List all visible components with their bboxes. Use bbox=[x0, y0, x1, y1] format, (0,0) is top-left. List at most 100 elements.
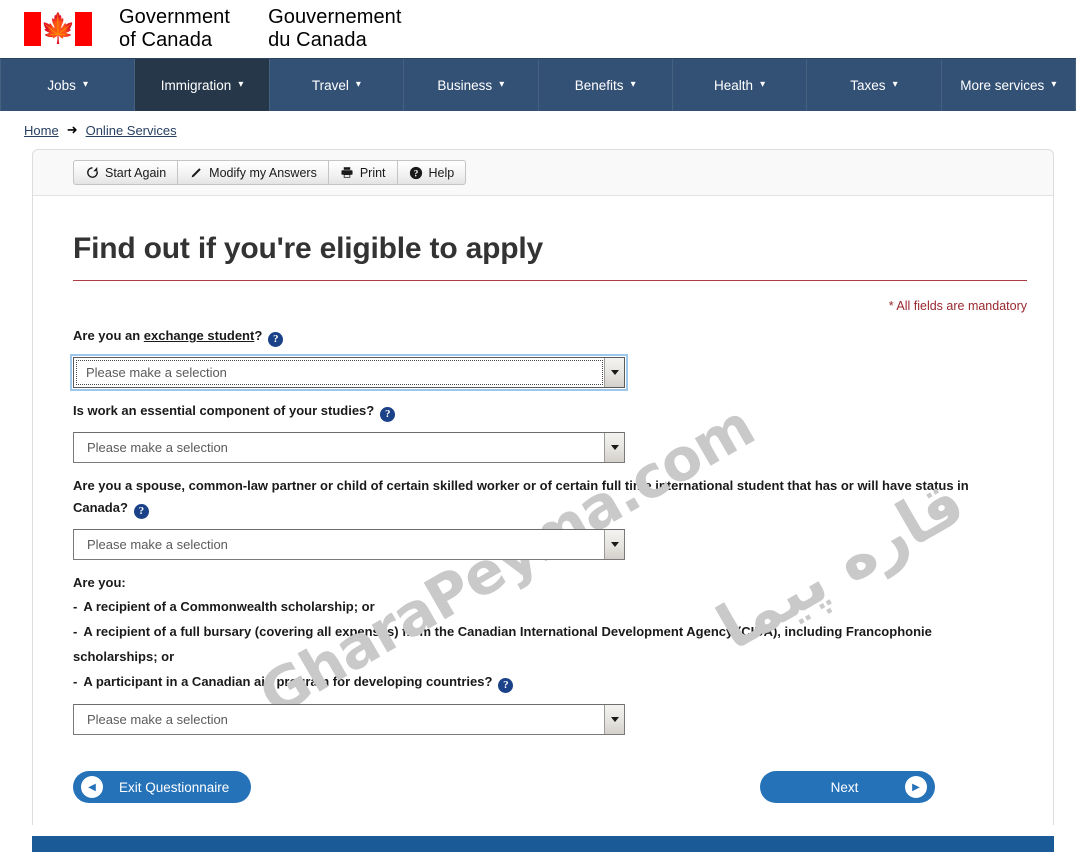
arrow-left-icon: ◀ bbox=[81, 776, 103, 798]
next-button[interactable]: Next ▶ bbox=[760, 771, 935, 803]
nav-item-benefits[interactable]: Benefits ▾ bbox=[539, 59, 673, 111]
list-bullet: - bbox=[73, 599, 78, 614]
help-tooltip-icon[interactable]: ? bbox=[268, 332, 284, 347]
question-text-after: ? bbox=[254, 328, 263, 343]
question-text: Is work an essential component of your s… bbox=[73, 403, 375, 418]
wordmark-english: Government of Canada bbox=[119, 6, 231, 51]
breadcrumb-link-home[interactable]: Home bbox=[24, 123, 59, 138]
list-item: -A recipient of a full bursary (covering… bbox=[73, 619, 993, 669]
list-item-text: A recipient of a full bursary (covering … bbox=[73, 624, 932, 664]
question-label: Are you an exchange student?? bbox=[73, 325, 993, 347]
print-button[interactable]: Print bbox=[328, 160, 398, 185]
action-toolbar: Start Again Modify my Answers Print ? He… bbox=[33, 150, 1053, 196]
work-essential-select[interactable]: Please make a selection bbox=[73, 432, 625, 463]
list-item: -A recipient of a Commonwealth scholarsh… bbox=[73, 594, 993, 619]
question-label: Is work an essential component of your s… bbox=[73, 400, 993, 422]
button-label: Next bbox=[830, 779, 859, 795]
chevron-down-icon: ▾ bbox=[355, 79, 361, 90]
list-item: -A participant in a Canadian aid program… bbox=[73, 669, 993, 694]
exchange-student-link[interactable]: exchange student bbox=[144, 328, 255, 343]
chevron-down-icon[interactable] bbox=[604, 705, 624, 734]
question-text-before: Are you an bbox=[73, 328, 144, 343]
exit-questionnaire-button[interactable]: ◀ Exit Questionnaire bbox=[73, 771, 252, 803]
nav-item-jobs[interactable]: Jobs ▾ bbox=[0, 59, 136, 111]
nav-item-label: Taxes bbox=[850, 77, 886, 93]
refresh-icon bbox=[85, 166, 99, 180]
question-spouse-partner-child: Are you a spouse, common-law partner or … bbox=[73, 475, 1027, 560]
toolbar-button-label: Help bbox=[428, 165, 455, 180]
question-scholarship-recipient: Are you: -A recipient of a Commonwealth … bbox=[73, 572, 1027, 735]
chevron-down-icon[interactable] bbox=[604, 530, 624, 559]
form-actions: ◀ Exit Questionnaire Next ▶ bbox=[73, 771, 935, 803]
breadcrumb-link-online-services[interactable]: Online Services bbox=[86, 123, 177, 138]
toolbar-button-label: Modify my Answers bbox=[209, 165, 317, 180]
select-value: Please make a selection bbox=[76, 360, 603, 385]
button-label: Exit Questionnaire bbox=[119, 779, 230, 795]
help-button[interactable]: ? Help bbox=[397, 160, 467, 185]
select-value: Please make a selection bbox=[87, 440, 228, 455]
nav-item-label: More services bbox=[960, 77, 1045, 93]
chevron-down-icon: ▾ bbox=[892, 79, 898, 90]
chevron-down-icon: ▾ bbox=[238, 79, 244, 90]
help-tooltip-icon[interactable]: ? bbox=[498, 678, 514, 693]
nav-item-taxes[interactable]: Taxes ▾ bbox=[807, 59, 942, 111]
arrow-right-icon: ➜ bbox=[66, 122, 78, 137]
chevron-down-icon: ▾ bbox=[82, 79, 88, 90]
select-value: Please make a selection bbox=[87, 712, 228, 727]
nav-item-immigration[interactable]: Immigration ▾ bbox=[135, 59, 270, 111]
brand-bar: 🍁 Government of Canada Gouvernement du C… bbox=[0, 0, 1076, 58]
question-text: Are you a spouse, common-law partner or … bbox=[73, 478, 969, 515]
question-mark-icon: ? bbox=[409, 166, 423, 180]
nav-item-label: Benefits bbox=[574, 77, 624, 93]
nav-item-label: Immigration bbox=[160, 77, 232, 93]
nav-item-label: Business bbox=[437, 77, 493, 93]
nav-item-business[interactable]: Business ▾ bbox=[404, 59, 539, 111]
question-lead-label: Are you: bbox=[73, 575, 126, 590]
scholarship-criteria-list: -A recipient of a Commonwealth scholarsh… bbox=[73, 594, 1027, 694]
page-title: Find out if you're eligible to apply bbox=[73, 232, 543, 265]
toolbar-button-group: Start Again Modify my Answers Print ? He… bbox=[73, 160, 467, 185]
main-navigation: Jobs ▾ Immigration ▾ Travel ▾ Business ▾… bbox=[0, 58, 1076, 111]
modify-my-answers-button[interactable]: Modify my Answers bbox=[178, 160, 329, 185]
chevron-down-icon[interactable] bbox=[604, 358, 624, 387]
nav-item-health[interactable]: Health ▾ bbox=[673, 59, 808, 111]
chevron-down-icon: ▾ bbox=[1051, 79, 1057, 90]
pencil-icon bbox=[189, 166, 203, 180]
printer-icon bbox=[340, 166, 354, 180]
content-shell: Start Again Modify my Answers Print ? He… bbox=[32, 149, 1054, 825]
title-divider bbox=[73, 280, 1027, 281]
start-again-button[interactable]: Start Again bbox=[73, 160, 179, 185]
select-value: Please make a selection bbox=[87, 537, 228, 552]
toolbar-button-label: Print bbox=[359, 165, 386, 180]
chevron-down-icon[interactable] bbox=[604, 433, 624, 462]
footer-bar bbox=[32, 836, 1054, 852]
nav-item-more-services[interactable]: More services ▾ bbox=[942, 59, 1076, 111]
list-item-text: A recipient of a Commonwealth scholarshi… bbox=[83, 599, 375, 614]
help-tooltip-icon[interactable]: ? bbox=[133, 504, 149, 519]
question-label: Are you a spouse, common-law partner or … bbox=[73, 475, 993, 519]
maple-leaf-glyph: 🍁 bbox=[39, 12, 77, 46]
chevron-down-icon: ▾ bbox=[630, 79, 636, 90]
chevron-down-icon: ▾ bbox=[499, 79, 505, 90]
list-bullet: - bbox=[73, 674, 78, 689]
form-panel: GharaPeyma.com قاره پیما Find out if you… bbox=[33, 196, 1053, 825]
svg-text:?: ? bbox=[413, 168, 418, 178]
list-item-text: A participant in a Canadian aid program … bbox=[83, 674, 493, 689]
canada-flag-icon: 🍁 bbox=[24, 12, 92, 46]
breadcrumb: Home ➜ Online Services bbox=[0, 111, 1076, 149]
toolbar-button-label: Start Again bbox=[105, 165, 167, 180]
exchange-student-select[interactable]: Please make a selection bbox=[70, 354, 628, 391]
chevron-down-icon: ▾ bbox=[760, 79, 766, 90]
nav-item-travel[interactable]: Travel ▾ bbox=[270, 59, 405, 111]
spouse-partner-child-select[interactable]: Please make a selection bbox=[73, 529, 625, 560]
nav-item-label: Jobs bbox=[47, 77, 76, 93]
scholarship-recipient-select[interactable]: Please make a selection bbox=[73, 704, 625, 735]
nav-item-label: Health bbox=[714, 77, 754, 93]
question-exchange-student: Are you an exchange student?? Please mak… bbox=[70, 325, 1027, 391]
question-work-essential: Is work an essential component of your s… bbox=[73, 400, 1027, 463]
wordmark-french: Gouvernement du Canada bbox=[268, 6, 402, 51]
nav-item-label: Travel bbox=[311, 77, 349, 93]
page-root: 🍁 Government of Canada Gouvernement du C… bbox=[0, 0, 1076, 852]
list-bullet: - bbox=[73, 624, 78, 639]
help-tooltip-icon[interactable]: ? bbox=[380, 407, 396, 422]
